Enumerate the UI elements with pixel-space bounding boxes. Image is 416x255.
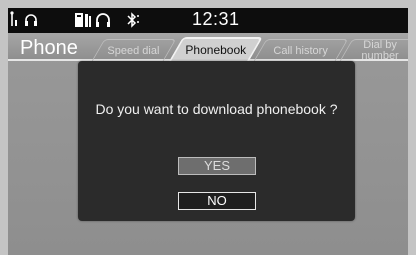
dialog-message: Do you want to download phonebook ? <box>95 101 338 117</box>
screen: 12:31 Phone Speed dial Phonebook Call hi… <box>8 8 408 255</box>
headset-icon <box>22 11 40 34</box>
signal-icon <box>10 11 18 32</box>
no-button[interactable]: NO <box>178 192 256 210</box>
tab-phonebook[interactable]: Phonebook <box>169 37 263 61</box>
status-bar: 12:31 <box>8 8 408 33</box>
headset-connected-icon <box>94 11 112 34</box>
device-frame: 12:31 Phone Speed dial Phonebook Call hi… <box>0 0 416 255</box>
yes-button[interactable]: YES <box>178 157 256 175</box>
tab-label-line2: number <box>361 50 400 62</box>
tab-label: Phonebook <box>185 43 246 57</box>
phone-battery-icon <box>74 11 92 34</box>
tab-label: Speed dial <box>107 45 160 57</box>
page-title: Phone <box>20 37 78 59</box>
phone-header: Phone Speed dial Phonebook Call history … <box>8 33 408 62</box>
tab-call-history[interactable]: Call history <box>253 39 349 61</box>
tab-dial-by-number[interactable]: Dial by number <box>339 39 408 62</box>
bluetooth-icon <box>125 11 141 34</box>
tab-speed-dial[interactable]: Speed dial <box>91 39 177 61</box>
tab-label: Call history <box>273 45 328 57</box>
clock-time: 12:31 <box>192 9 240 29</box>
download-phonebook-dialog: Do you want to download phonebook ? YES … <box>78 61 355 221</box>
